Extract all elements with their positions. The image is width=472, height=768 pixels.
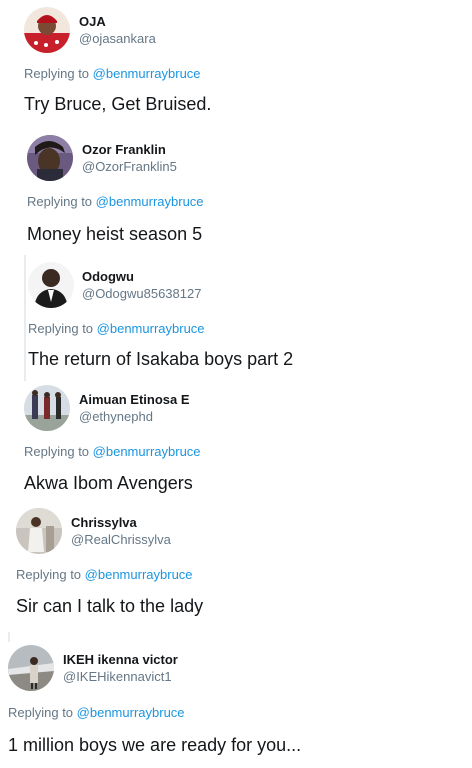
- user-handle[interactable]: @ethynephd: [79, 409, 153, 424]
- avatar-image: [8, 645, 54, 691]
- reply-text: Try Bruce, Get Bruised.: [24, 94, 212, 114]
- replying-to-line: Replying to @benmurraybruce: [16, 567, 193, 582]
- avatar[interactable]: [24, 385, 70, 431]
- mention-link[interactable]: @benmurraybruce: [93, 444, 201, 459]
- replying-to-line: Replying to @benmurraybruce: [8, 705, 185, 720]
- mention-link[interactable]: @benmurraybruce: [85, 567, 193, 582]
- reply-text: The return of Isakaba boys part 2: [28, 349, 294, 369]
- replying-to-line: Replying to @benmurraybruce: [24, 66, 201, 81]
- mention-link[interactable]: @benmurraybruce: [96, 194, 204, 209]
- display-name[interactable]: Aimuan Etinosa E: [79, 392, 190, 407]
- avatar-image: [27, 135, 73, 181]
- replying-to-label: Replying to: [27, 194, 93, 209]
- avatar-image: [24, 7, 70, 53]
- avatar[interactable]: [8, 645, 54, 691]
- avatar-image: [16, 508, 62, 554]
- avatar[interactable]: [16, 508, 62, 554]
- display-name[interactable]: OJA: [79, 14, 106, 29]
- replying-to-label: Replying to: [16, 567, 82, 582]
- user-handle[interactable]: @IKEHikennavict1: [63, 669, 172, 684]
- avatar[interactable]: [27, 135, 73, 181]
- replying-to-label: Replying to: [28, 321, 94, 336]
- mention-link[interactable]: @benmurraybruce: [77, 705, 185, 720]
- display-name[interactable]: IKEH ikenna victor: [63, 652, 178, 667]
- reply-ozor-franklin[interactable]: Ozor Franklin @OzorFranklin5 Replying to…: [0, 125, 472, 255]
- reply-odogwu[interactable]: Odogwu @Odogwu85638127 Replying to @benm…: [0, 255, 472, 381]
- user-handle[interactable]: @RealChrissylva: [71, 532, 171, 547]
- avatar-image: [28, 262, 74, 308]
- reply-ikeh-ikenna-victor[interactable]: IKEH ikenna victor @IKEHikennavict1 Repl…: [0, 632, 472, 768]
- mention-link[interactable]: @benmurraybruce: [93, 66, 201, 81]
- reply-text: 1 million boys we are ready for you...: [8, 735, 302, 755]
- user-handle[interactable]: @Odogwu85638127: [82, 286, 201, 301]
- replying-to-line: Replying to @benmurraybruce: [27, 194, 204, 209]
- user-handle[interactable]: @OzorFranklin5: [82, 159, 177, 174]
- display-name[interactable]: Ozor Franklin: [82, 142, 166, 157]
- avatar-image: [24, 385, 70, 431]
- replying-to-label: Replying to: [24, 66, 90, 81]
- avatar[interactable]: [28, 262, 74, 308]
- replying-to-label: Replying to: [8, 705, 74, 720]
- user-handle[interactable]: @ojasankara: [79, 31, 156, 46]
- replying-to-label: Replying to: [24, 444, 90, 459]
- reply-text: Akwa Ibom Avengers: [24, 473, 193, 493]
- display-name[interactable]: Odogwu: [82, 269, 134, 284]
- reply-chrissylva[interactable]: Chrissylva @RealChrissylva Replying to @…: [0, 504, 472, 632]
- reply-oja[interactable]: OJA @ojasankara Replying to @benmurraybr…: [0, 0, 472, 125]
- reply-text: Sir can I talk to the lady: [16, 596, 204, 616]
- display-name[interactable]: Chrissylva: [71, 515, 137, 530]
- avatar[interactable]: [24, 7, 70, 53]
- reply-aimuan-etinosa[interactable]: Aimuan Etinosa E @ethynephd Replying to …: [0, 381, 472, 504]
- reply-text: Money heist season 5: [27, 224, 203, 244]
- replying-to-line: Replying to @benmurraybruce: [28, 321, 205, 336]
- mention-link[interactable]: @benmurraybruce: [97, 321, 205, 336]
- replying-to-line: Replying to @benmurraybruce: [24, 444, 201, 459]
